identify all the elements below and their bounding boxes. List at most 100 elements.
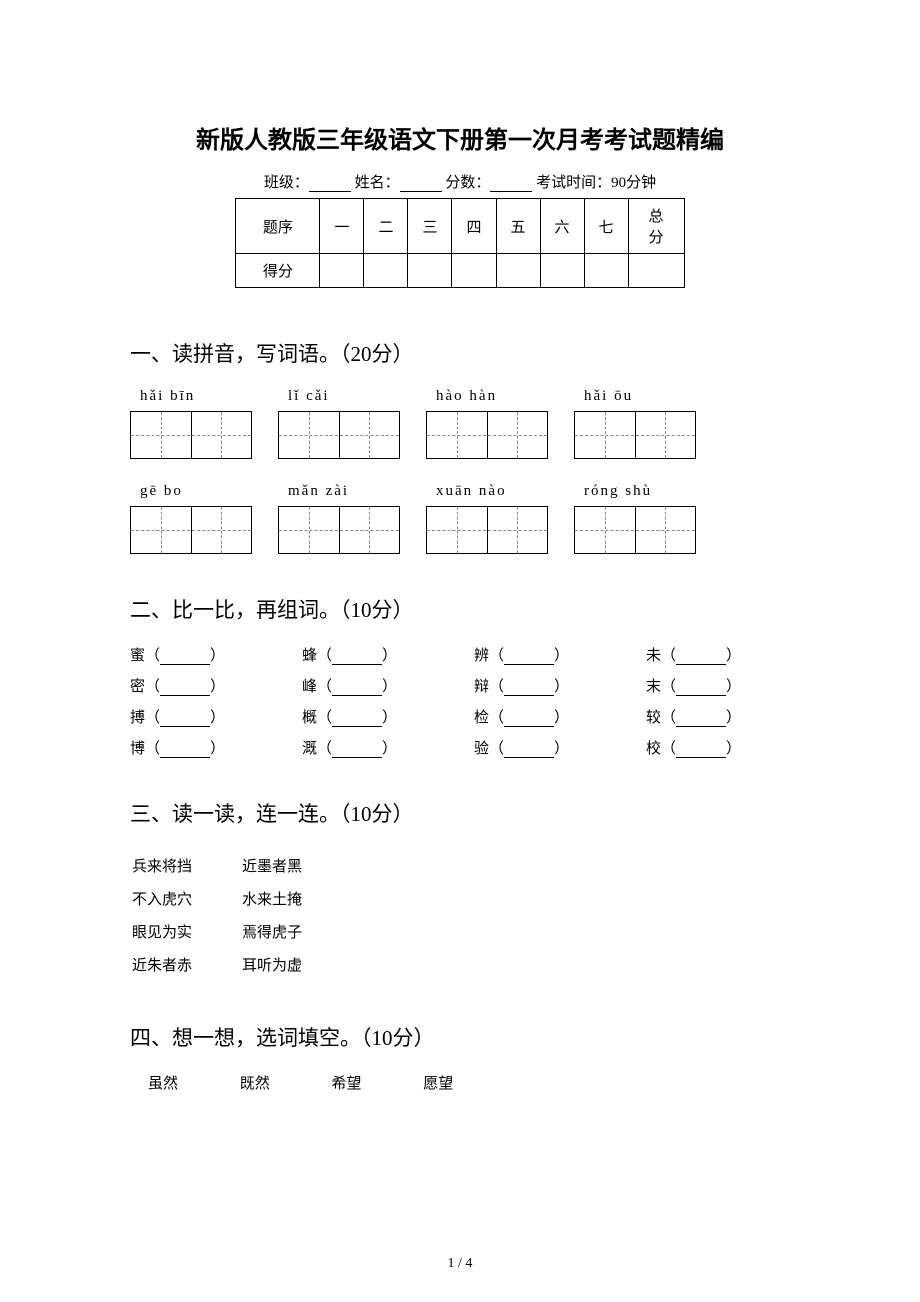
match-right[interactable]: 近墨者黑: [242, 850, 350, 881]
char-box[interactable]: [426, 506, 548, 554]
compare-item: 辩（）: [474, 675, 618, 696]
compare-item: 校（）: [646, 737, 790, 758]
col-3: 三: [408, 199, 452, 254]
score-cell[interactable]: [452, 254, 496, 288]
section1-heading: 一、读拼音，写词语。（20分）: [130, 338, 790, 368]
answer-blank[interactable]: [676, 744, 726, 758]
pinyin-label: xuān nào: [426, 483, 548, 500]
compare-item: 辨（）: [474, 644, 618, 665]
word-option: 虽然: [148, 1072, 178, 1093]
word-option: 愿望: [423, 1072, 453, 1093]
match-left[interactable]: 兵来将挡: [132, 850, 240, 881]
compare-item: 峰（）: [302, 675, 446, 696]
pinyin-label: róng shù: [574, 483, 696, 500]
match-right[interactable]: 焉得虎子: [242, 916, 350, 947]
match-left[interactable]: 不入虎穴: [132, 883, 240, 914]
match-table: 兵来将挡近墨者黑 不入虎穴水来土掩 眼见为实焉得虎子 近朱者赤耳听为虚: [130, 848, 352, 982]
answer-blank[interactable]: [676, 713, 726, 727]
score-header-row: 题序 一 二 三 四 五 六 七 总分: [236, 199, 684, 254]
pinyin-label: mǎn zài: [278, 483, 400, 500]
char-box[interactable]: [426, 411, 548, 459]
answer-blank[interactable]: [332, 713, 382, 727]
page-number: 1 / 4: [0, 1256, 920, 1272]
answer-blank[interactable]: [160, 651, 210, 665]
page-title: 新版人教版三年级语文下册第一次月考考试题精编: [130, 120, 790, 155]
score-blank[interactable]: [490, 176, 532, 192]
answer-blank[interactable]: [504, 651, 554, 665]
time-label: 考试时间：90分钟: [536, 175, 656, 191]
answer-blank[interactable]: [676, 651, 726, 665]
answer-blank[interactable]: [332, 744, 382, 758]
answer-blank[interactable]: [504, 744, 554, 758]
score-cell[interactable]: [364, 254, 408, 288]
class-blank[interactable]: [309, 176, 351, 192]
score-cell[interactable]: [496, 254, 540, 288]
col-7: 七: [584, 199, 628, 254]
compare-item: 博（）: [130, 737, 274, 758]
score-cell[interactable]: [408, 254, 452, 288]
col-5: 五: [496, 199, 540, 254]
row1-label: 题序: [236, 199, 320, 254]
score-cell[interactable]: [628, 254, 684, 288]
compare-item: 溉（）: [302, 737, 446, 758]
section4-heading: 四、想一想，选词填空。（10分）: [130, 1022, 790, 1052]
name-blank[interactable]: [400, 176, 442, 192]
pinyin-label: hào hàn: [426, 388, 548, 405]
answer-blank[interactable]: [676, 682, 726, 696]
section3-heading: 三、读一读，连一连。（10分）: [130, 798, 790, 828]
answer-blank[interactable]: [160, 682, 210, 696]
compare-item: 未（）: [646, 644, 790, 665]
score-value-row: 得分: [236, 254, 684, 288]
name-label: 姓名：: [355, 175, 400, 191]
col-1: 一: [320, 199, 364, 254]
char-box[interactable]: [574, 411, 696, 459]
compare-item: 验（）: [474, 737, 618, 758]
score-cell[interactable]: [540, 254, 584, 288]
compare-item: 搏（）: [130, 706, 274, 727]
compare-item: 末（）: [646, 675, 790, 696]
pinyin-row-1: hǎi bīn lǐ cǎi hào hàn hǎi ōu: [130, 388, 790, 405]
answer-blank[interactable]: [504, 713, 554, 727]
score-cell[interactable]: [584, 254, 628, 288]
answer-blank[interactable]: [160, 744, 210, 758]
char-box[interactable]: [278, 411, 400, 459]
compare-item: 概（）: [302, 706, 446, 727]
compare-item: 检（）: [474, 706, 618, 727]
col-total: 总分: [628, 199, 684, 254]
char-box[interactable]: [130, 506, 252, 554]
answer-blank[interactable]: [332, 651, 382, 665]
compare-item: 蜂（）: [302, 644, 446, 665]
pinyin-label: gē bo: [130, 483, 252, 500]
row2-label: 得分: [236, 254, 320, 288]
score-cell[interactable]: [320, 254, 364, 288]
compare-item: 较（）: [646, 706, 790, 727]
char-box[interactable]: [130, 411, 252, 459]
answer-blank[interactable]: [504, 682, 554, 696]
class-label: 班级：: [264, 175, 309, 191]
col-6: 六: [540, 199, 584, 254]
match-left[interactable]: 眼见为实: [132, 916, 240, 947]
col-4: 四: [452, 199, 496, 254]
pinyin-label: hǎi bīn: [130, 388, 252, 405]
char-box[interactable]: [574, 506, 696, 554]
word-option: 既然: [240, 1072, 270, 1093]
compare-grid: 蜜（） 蜂（） 辨（） 未（） 密（） 峰（） 辩（） 末（） 搏（） 概（） …: [130, 644, 790, 758]
char-box-row-2: [130, 506, 790, 554]
word-option: 希望: [332, 1072, 362, 1093]
char-box[interactable]: [278, 506, 400, 554]
match-left[interactable]: 近朱者赤: [132, 949, 240, 980]
score-table: 题序 一 二 三 四 五 六 七 总分 得分: [235, 198, 684, 288]
score-label: 分数：: [445, 175, 490, 191]
col-2: 二: [364, 199, 408, 254]
meta-line: 班级： 姓名： 分数： 考试时间：90分钟: [130, 171, 790, 192]
char-box-row-1: [130, 411, 790, 459]
pinyin-label: lǐ cǎi: [278, 388, 400, 405]
answer-blank[interactable]: [160, 713, 210, 727]
answer-blank[interactable]: [332, 682, 382, 696]
pinyin-label: hǎi ōu: [574, 388, 696, 405]
section2-heading: 二、比一比，再组词。（10分）: [130, 594, 790, 624]
match-right[interactable]: 耳听为虚: [242, 949, 350, 980]
match-right[interactable]: 水来土掩: [242, 883, 350, 914]
compare-item: 密（）: [130, 675, 274, 696]
pinyin-row-2: gē bo mǎn zài xuān nào róng shù: [130, 483, 790, 500]
